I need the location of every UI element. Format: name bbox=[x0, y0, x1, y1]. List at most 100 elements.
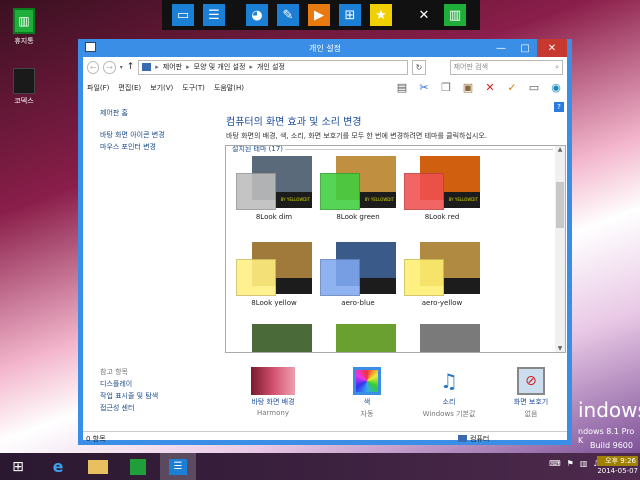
change-desktop-icons-link[interactable]: 바탕 화면 아이콘 변경 bbox=[100, 129, 210, 141]
desktop-icon-label: 코덱스 bbox=[14, 97, 34, 105]
control-panel-home-link[interactable]: 제어판 홈 bbox=[100, 107, 210, 119]
network-icon[interactable]: ▥ bbox=[580, 459, 588, 468]
menu-bar: 파일(F) 편집(E) 보기(V) 도구(T) 도움말(H) ▤ ✂ ❐ ▣ ✕… bbox=[83, 77, 567, 99]
edit-icon[interactable]: ✎ bbox=[277, 4, 299, 26]
view-icon[interactable]: ▤ bbox=[395, 80, 409, 94]
menu-file[interactable]: 파일(F) bbox=[87, 83, 109, 93]
theme-item[interactable]: aero-yellow bbox=[400, 242, 484, 307]
desktop-background-setting[interactable]: 바탕 화면 배경 Harmony bbox=[233, 367, 313, 417]
theme-item[interactable] bbox=[232, 324, 316, 352]
menu-view[interactable]: 보기(V) bbox=[150, 83, 173, 93]
taskbar-store[interactable] bbox=[120, 453, 156, 480]
keyboard-icon[interactable]: ⌨ bbox=[549, 459, 561, 468]
taskbar-control-panel[interactable]: ☰ bbox=[160, 453, 196, 480]
tools-icon[interactable]: ✕ bbox=[413, 4, 435, 26]
theme-list: 설치된 테마 (17) BY YELLOWDIT 8Look dim BY YELL… bbox=[225, 145, 566, 353]
desktop-background-icon bbox=[251, 367, 295, 395]
theme-color-swatch bbox=[320, 173, 360, 210]
cut-icon[interactable]: ✂ bbox=[417, 80, 431, 94]
paste-icon[interactable]: ▣ bbox=[461, 80, 475, 94]
theme-logo: BY YELLOWDIT bbox=[276, 192, 312, 208]
control-panel-icon bbox=[142, 63, 152, 71]
scroll-down-icon[interactable]: ▼ bbox=[555, 345, 565, 352]
desktop-icon-recycle-bin[interactable]: ▥ 휴지통 bbox=[2, 8, 46, 46]
theme-scrollbar[interactable]: ▲ ▼ bbox=[555, 146, 565, 352]
theme-settings-bar: 바탕 화면 배경 Harmony 색 자동 ♫ 소리 Windows 기본값 ⊘… bbox=[233, 367, 563, 418]
theme-color-swatch bbox=[404, 173, 444, 210]
theme-logo bbox=[444, 278, 480, 294]
top-launcher-bar: ▭ ☰ ◕ ✎ ▶ ⊞ ★ ✕ ▥ bbox=[162, 0, 480, 30]
theme-item[interactable]: 8Look yellow bbox=[232, 242, 316, 307]
windows-watermark: indows bbox=[578, 398, 640, 422]
delete-icon[interactable]: ✕ bbox=[483, 80, 497, 94]
scroll-up-icon[interactable]: ▲ bbox=[555, 146, 565, 153]
theme-item[interactable]: BY YELLOWDIT 8Look green bbox=[316, 156, 400, 221]
see-also-title: 참고 항목 bbox=[100, 368, 128, 376]
menu-edit[interactable]: 편집(E) bbox=[118, 83, 141, 93]
clock-time: 오후 9:26 bbox=[597, 456, 638, 466]
help-icon[interactable]: ? bbox=[554, 102, 564, 112]
menu-help[interactable]: 도움말(H) bbox=[214, 83, 244, 93]
monitor-icon[interactable]: ▭ bbox=[172, 4, 194, 26]
start-button[interactable]: ⊞ bbox=[0, 453, 36, 480]
breadcrumb-item[interactable]: 개인 설정 bbox=[257, 62, 285, 72]
sound-setting[interactable]: ♫ 소리 Windows 기본값 bbox=[409, 367, 489, 419]
windows-icon[interactable]: ⊞ bbox=[339, 4, 361, 26]
check-icon[interactable]: ✓ bbox=[505, 80, 519, 94]
scroll-thumb[interactable] bbox=[556, 182, 564, 228]
theme-item[interactable] bbox=[400, 324, 484, 352]
theme-label: 8Look yellow bbox=[251, 299, 297, 307]
item-count: 0 항목 bbox=[86, 434, 106, 443]
title-bar[interactable]: 개인 설정 — □ ✕ bbox=[83, 39, 567, 57]
desktop-icon-codex[interactable]: 코덱스 bbox=[2, 68, 46, 106]
media-icon[interactable]: ▶ bbox=[308, 4, 330, 26]
left-pane: 제어판 홈 바탕 화면 아이콘 변경 마우스 포인터 변경 참고 항목 디스플레… bbox=[100, 107, 210, 412]
copy-icon[interactable]: ❐ bbox=[439, 80, 453, 94]
search-input[interactable]: 제어판 검색 ⌕ bbox=[449, 59, 564, 75]
theme-wallpaper-preview bbox=[420, 324, 480, 352]
theme-item[interactable] bbox=[316, 324, 400, 352]
taskbar-ie[interactable]: e bbox=[40, 453, 76, 480]
list-icon[interactable]: ☰ bbox=[203, 4, 225, 26]
clock[interactable]: 오후 9:26 2014-05-07 bbox=[597, 456, 638, 476]
back-button[interactable]: ← bbox=[87, 60, 100, 74]
flag-icon[interactable]: ⚑ bbox=[567, 459, 574, 468]
theme-thumbnail bbox=[236, 242, 312, 296]
breadcrumb-item[interactable]: 제어판 bbox=[163, 62, 182, 72]
theme-color-swatch bbox=[320, 259, 360, 296]
store-icon bbox=[130, 458, 146, 475]
breadcrumb-item[interactable]: 모양 및 개인 설정 bbox=[194, 62, 246, 72]
palette-icon[interactable]: ◕ bbox=[246, 4, 268, 26]
close-button[interactable]: ✕ bbox=[537, 39, 567, 57]
forward-button[interactable]: → bbox=[103, 60, 116, 74]
theme-thumbnail bbox=[404, 242, 480, 296]
sound-icon: ♫ bbox=[440, 369, 458, 393]
status-bar: 0 항목 컴퓨터 bbox=[83, 431, 567, 445]
refresh-button[interactable]: ↻ bbox=[412, 59, 426, 75]
maximize-button[interactable]: □ bbox=[513, 39, 537, 57]
star-icon[interactable]: ★ bbox=[370, 4, 392, 26]
theme-thumbnail: BY YELLOWDIT bbox=[404, 156, 480, 210]
ease-of-access-link[interactable]: 접근성 센터 bbox=[100, 402, 158, 414]
page-description: 바탕 화면의 배경, 색, 소리, 화면 보호기를 모두 한 번에 변경하려면 … bbox=[226, 132, 488, 140]
globe-icon[interactable]: ◉ bbox=[549, 80, 563, 94]
up-button[interactable]: ↑ bbox=[127, 62, 135, 72]
minimize-button[interactable]: — bbox=[489, 39, 513, 57]
screensaver-setting[interactable]: ⊘ 화면 보호기 없음 bbox=[491, 367, 571, 419]
taskbar-explorer[interactable] bbox=[80, 453, 116, 480]
theme-logo bbox=[276, 278, 312, 294]
color-setting[interactable]: 색 자동 bbox=[327, 367, 407, 419]
theme-item[interactable]: aero-blue bbox=[316, 242, 400, 307]
taskbar-navigation-link[interactable]: 작업 표시줄 및 탐색 bbox=[100, 390, 158, 402]
history-dropdown-icon[interactable]: ▾ bbox=[120, 64, 123, 71]
theme-item[interactable]: BY YELLOWDIT 8Look red bbox=[400, 156, 484, 221]
menu-tools[interactable]: 도구(T) bbox=[182, 83, 205, 93]
theme-item[interactable]: BY YELLOWDIT 8Look dim bbox=[232, 156, 316, 221]
display-link[interactable]: 디스플레이 bbox=[100, 378, 158, 390]
change-mouse-pointers-link[interactable]: 마우스 포인터 변경 bbox=[100, 141, 210, 153]
theme-logo bbox=[360, 278, 396, 294]
properties-icon[interactable]: ▭ bbox=[527, 80, 541, 94]
recycle-icon[interactable]: ▥ bbox=[444, 4, 466, 26]
breadcrumb[interactable]: ▸ 제어판 ▸ 모양 및 개인 설정 ▸ 개인 설정 bbox=[138, 59, 409, 75]
windows-logo-icon: ⊞ bbox=[12, 458, 24, 475]
